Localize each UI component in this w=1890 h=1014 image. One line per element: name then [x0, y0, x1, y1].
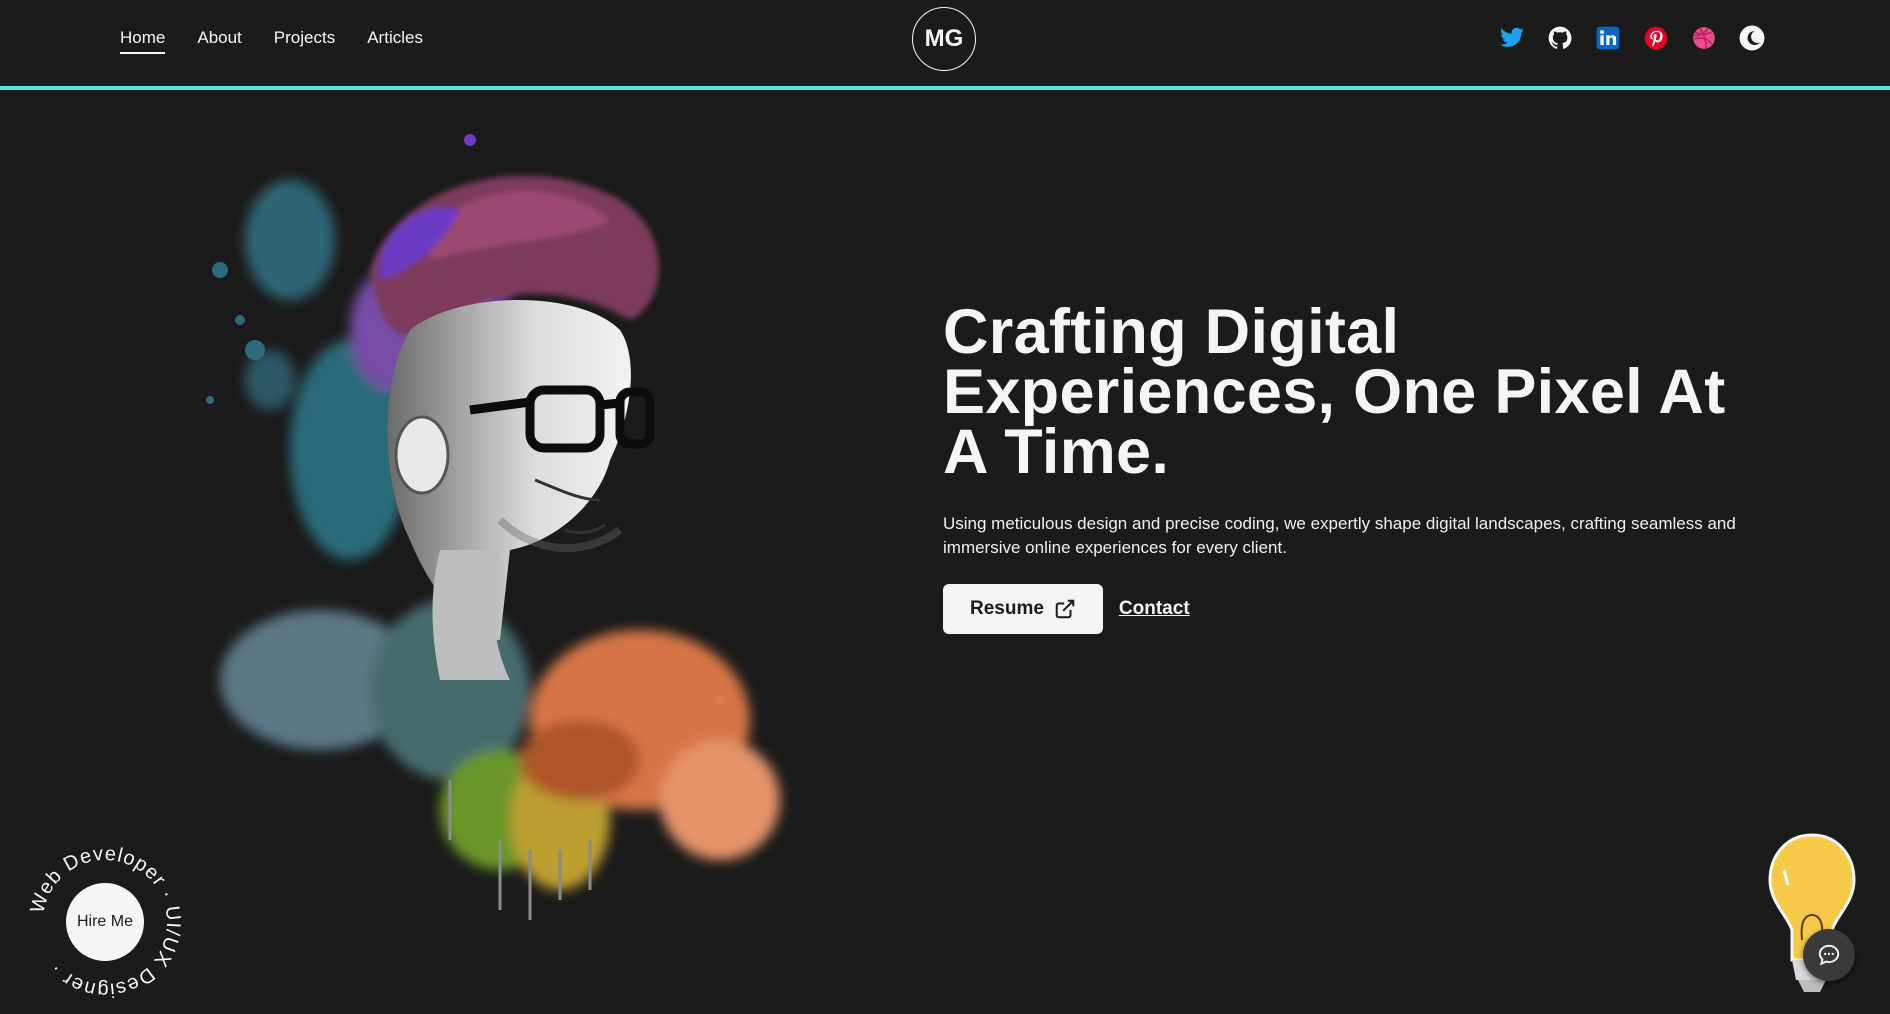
linkedin-icon[interactable] — [1592, 22, 1624, 54]
chat-bubble-icon — [1818, 944, 1840, 966]
main-nav: Home About Projects Articles — [120, 28, 423, 54]
header-accent-line — [0, 86, 1890, 90]
hire-me-badge: Web Developer · UI/UX Designer · Hire Me — [25, 842, 185, 1002]
twitter-icon[interactable] — [1496, 22, 1528, 54]
nav-home-link[interactable]: Home — [120, 28, 166, 54]
hero-description: Using meticulous design and precise codi… — [943, 514, 1736, 557]
resume-button-label: Resume — [970, 598, 1044, 619]
nav-projects-link[interactable]: Projects — [274, 28, 335, 54]
site-header: Home About Projects Articles MG — [0, 0, 1890, 90]
hire-me-button[interactable]: Hire Me — [65, 882, 145, 962]
hero-text-section: Crafting Digital Experiences, One Pixel … — [943, 297, 1783, 634]
chat-button[interactable] — [1803, 929, 1855, 981]
hero-title: Crafting Digital Experiences, One Pixel … — [943, 297, 1726, 487]
social-links — [1496, 22, 1768, 54]
theme-toggle-icon[interactable] — [1736, 22, 1768, 54]
pinterest-icon[interactable] — [1640, 22, 1672, 54]
github-icon[interactable] — [1544, 22, 1576, 54]
nav-articles-link[interactable]: Articles — [367, 28, 423, 54]
dribbble-icon[interactable] — [1688, 22, 1720, 54]
hero-portrait-image — [206, 134, 780, 920]
resume-button[interactable]: Resume — [943, 584, 1103, 634]
contact-link[interactable]: Contact — [1119, 598, 1190, 620]
cta-group: Resume Contact — [943, 584, 1783, 634]
page: Home About Projects Articles MG Crafting… — [0, 0, 1890, 1014]
external-link-icon — [1055, 599, 1075, 619]
logo[interactable]: MG — [912, 7, 976, 71]
nav-about-link[interactable]: About — [197, 28, 241, 54]
